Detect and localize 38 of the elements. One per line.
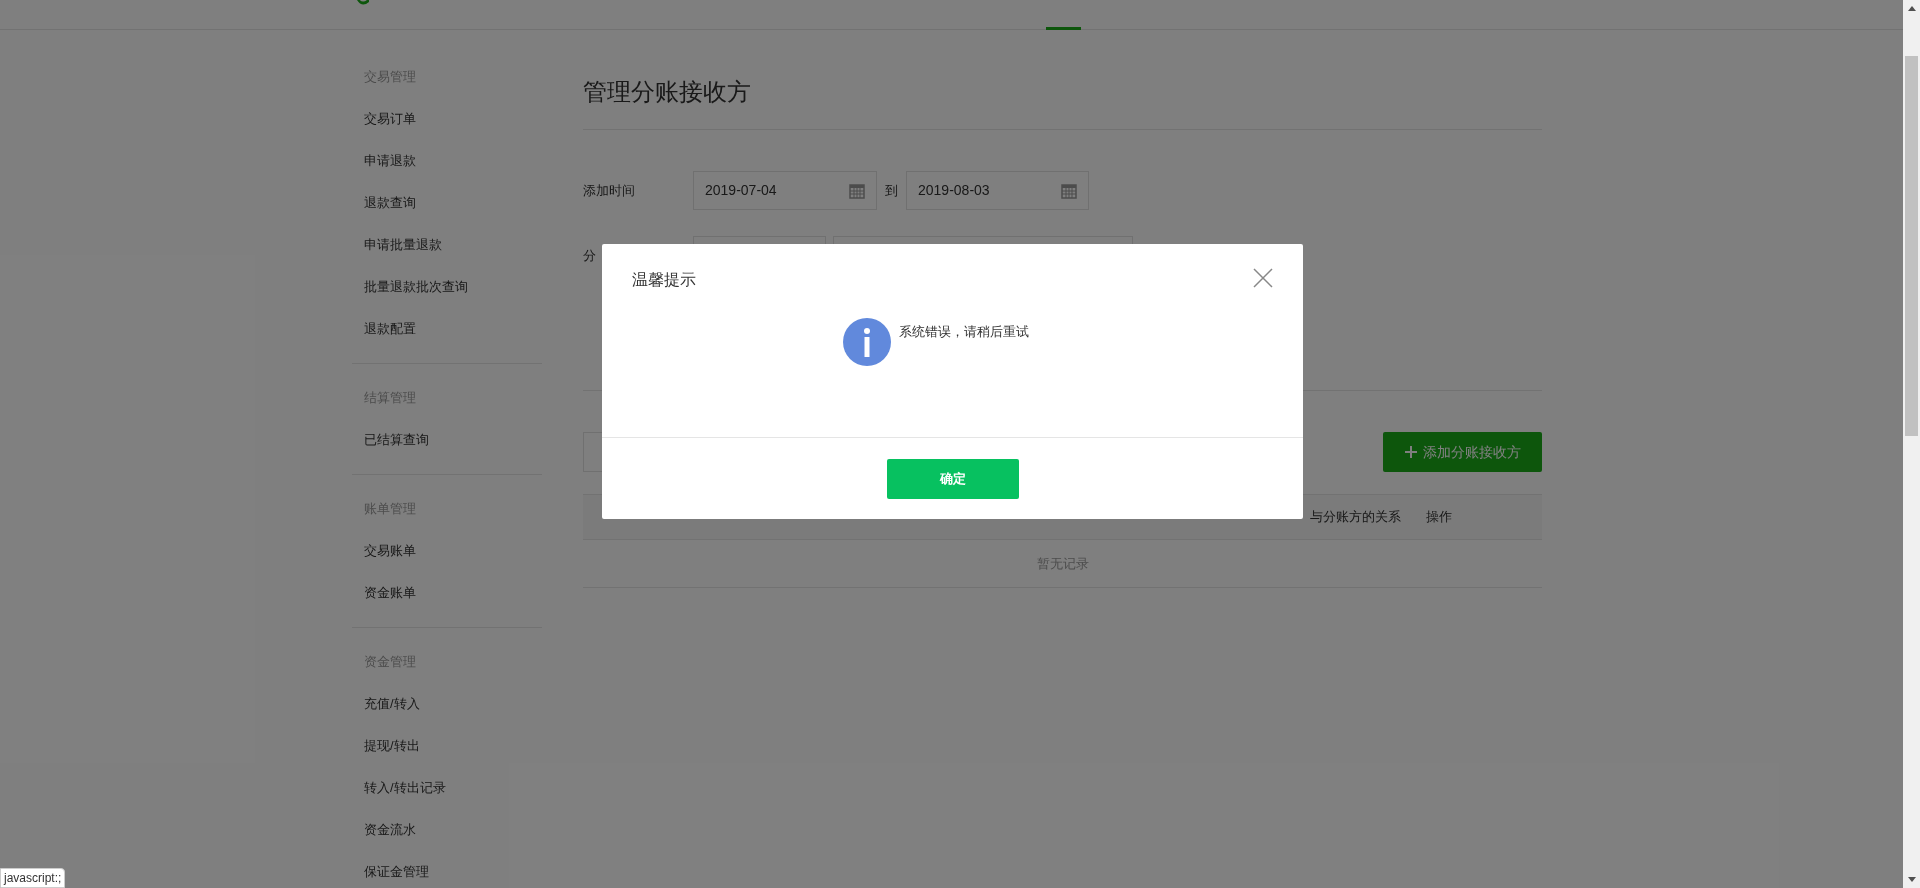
dialog-message: 系统错误，请稍后重试 <box>899 323 1029 341</box>
sidebar-item[interactable]: 交易账单 <box>364 541 416 561</box>
sidebar-item[interactable]: 已结算查询 <box>364 430 429 450</box>
sidebar-item[interactable]: 保证金管理 <box>364 862 429 882</box>
sidebar-item[interactable]: 转入/转出记录 <box>364 778 446 798</box>
close-icon <box>1253 268 1273 288</box>
sidebar-item[interactable]: 资金账单 <box>364 583 416 603</box>
close-button[interactable] <box>1253 268 1273 288</box>
scrollbar-thumb[interactable] <box>1905 56 1918 436</box>
range-separator: 到 <box>885 181 898 200</box>
dialog-title: 温馨提示 <box>632 270 696 290</box>
info-icon <box>843 318 891 366</box>
plus-icon <box>1404 446 1417 458</box>
sidebar-item[interactable]: 退款查询 <box>364 193 416 213</box>
sidebar-item[interactable]: 申请批量退款 <box>364 235 442 255</box>
column-header: 操作 <box>1426 508 1453 527</box>
sidebar-item[interactable]: 资金流水 <box>364 820 416 840</box>
column-header: 与分账方的关系 <box>1310 508 1402 527</box>
field-label: 分 <box>583 247 597 266</box>
confirm-button[interactable]: 确定 <box>886 458 1019 499</box>
scrollbar[interactable] <box>1903 0 1920 888</box>
page-title: 管理分账接收方 <box>583 77 752 107</box>
sidebar-item[interactable]: 批量退款批次查询 <box>364 277 468 297</box>
sidebar-item[interactable]: 交易订单 <box>364 109 416 129</box>
sidebar-item[interactable]: 充值/转入 <box>364 694 420 714</box>
calendar-icon <box>849 182 865 199</box>
start-date-field[interactable]: 2019-07-04 <box>693 171 877 210</box>
end-date-field[interactable]: 2019-08-03 <box>906 171 1089 210</box>
sidebar-item[interactable]: 提现/转出 <box>364 736 420 756</box>
add-receiver-button[interactable]: 添加分账接收方 <box>1383 432 1542 472</box>
sidebar-item[interactable]: 退款配置 <box>364 319 416 339</box>
sidebar-item[interactable]: 申请退款 <box>364 151 416 171</box>
calendar-icon <box>1061 182 1077 199</box>
scroll-up-icon[interactable] <box>1907 6 1916 11</box>
field-label: 添加时间 <box>583 181 636 200</box>
active-tab-indicator <box>1046 27 1081 30</box>
scroll-down-icon[interactable] <box>1907 877 1916 882</box>
status-tooltip: javascript:; <box>0 868 66 888</box>
